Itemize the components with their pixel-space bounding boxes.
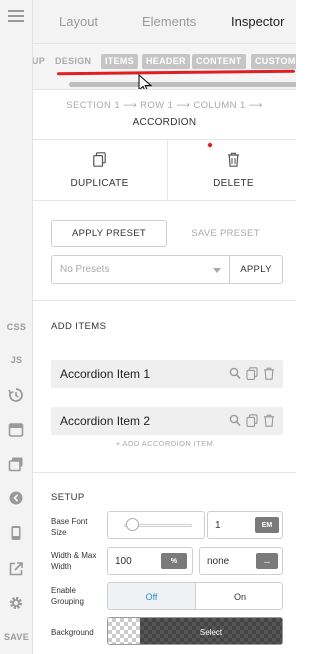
templates-icon[interactable] [8, 456, 24, 472]
duplicate-label: DUPLICATE [70, 178, 129, 189]
toggle-off-option[interactable]: Off [108, 583, 196, 609]
subtab-clipped[interactable]: UP [33, 54, 49, 69]
mouse-cursor-icon [138, 74, 152, 89]
trash-icon[interactable] [263, 414, 275, 427]
chevron-down-icon [213, 268, 221, 273]
base-font-size-label: Base Font Size [51, 517, 88, 537]
inspector-subtabs: UP DESIGN ITEMS HEADER CONTENT CUSTOM [33, 44, 296, 90]
font-size-input[interactable]: 1 EM [207, 511, 283, 539]
max-width-input[interactable]: none ... [199, 547, 283, 575]
width-input[interactable]: 100 % [107, 547, 193, 575]
search-icon[interactable] [229, 414, 241, 427]
max-width-unit[interactable]: ... [256, 553, 278, 569]
breadcrumb[interactable]: SECTION 1 ⟶ ROW 1 ⟶ COLUMN 1 ⟶ [33, 100, 296, 111]
trash-icon [228, 152, 239, 167]
back-icon[interactable] [8, 490, 24, 506]
add-accordion-item-link[interactable]: + ADD ACCORDION ITEM [33, 439, 296, 448]
css-button[interactable]: CSS [0, 322, 33, 332]
copy-icon[interactable] [246, 367, 258, 380]
breadcrumb-current: ACCORDION [132, 117, 197, 128]
save-button[interactable]: SAVE [0, 632, 33, 642]
font-size-slider-box [107, 511, 205, 539]
slider-handle[interactable] [126, 518, 139, 531]
preset-select[interactable]: No Presets [51, 255, 230, 284]
background-select-button[interactable]: Select [140, 618, 282, 644]
background-label: Background [51, 628, 94, 637]
red-annotation-underline [56, 69, 296, 76]
enable-grouping-label: Enable Grouping [51, 586, 84, 606]
layout-icon[interactable] [8, 422, 24, 438]
font-size-unit[interactable]: EM [255, 517, 279, 533]
mobile-preview-icon[interactable] [8, 525, 24, 541]
top-tabs: Layout Elements Inspector [33, 0, 296, 44]
horizontal-scrollbar[interactable] [69, 82, 296, 87]
accordion-item-label: Accordion Item 2 [60, 414, 151, 428]
divider [33, 139, 296, 140]
width-value: 100 [115, 556, 132, 567]
hamburger-menu-icon[interactable] [8, 10, 24, 22]
search-icon[interactable] [229, 367, 241, 380]
tab-elements[interactable]: Elements [142, 14, 196, 29]
trash-icon[interactable] [263, 367, 275, 380]
apply-preset-button[interactable]: APPLY PRESET [51, 220, 167, 247]
settings-gear-icon[interactable] [8, 595, 24, 611]
history-icon[interactable] [8, 387, 24, 403]
subtab-items[interactable]: ITEMS [101, 54, 139, 69]
font-size-value: 1 [215, 520, 221, 531]
width-unit[interactable]: % [161, 553, 187, 569]
external-link-icon[interactable] [8, 561, 24, 577]
copy-icon [93, 152, 106, 167]
tab-layout[interactable]: Layout [59, 14, 98, 29]
duplicate-button[interactable]: DUPLICATE [34, 152, 165, 189]
setup-title: SETUP [51, 492, 85, 503]
subtab-custom[interactable]: CUSTOM [251, 54, 296, 69]
list-item[interactable]: Accordion Item 1 [51, 360, 283, 388]
tab-inspector[interactable]: Inspector [231, 14, 284, 29]
save-preset-button[interactable]: SAVE PRESET [168, 220, 283, 247]
divider [33, 200, 296, 201]
delete-label: DELETE [213, 178, 254, 189]
js-button[interactable]: JS [0, 355, 33, 365]
subtab-content[interactable]: CONTENT [192, 54, 246, 69]
divider [33, 300, 296, 301]
divider [33, 472, 296, 473]
apply-button[interactable]: APPLY [229, 255, 283, 284]
subtab-design[interactable]: DESIGN [51, 54, 95, 69]
left-rail: CSS JS SAVE [0, 0, 33, 654]
list-item[interactable]: Accordion Item 2 [51, 407, 283, 435]
add-items-title: ADD ITEMS [51, 321, 107, 332]
max-width-value: none [207, 556, 230, 567]
accordion-item-label: Accordion Item 1 [60, 367, 151, 381]
subtab-header[interactable]: HEADER [142, 54, 190, 69]
grouping-toggle: Off On [107, 582, 283, 610]
transparent-swatch [108, 618, 140, 644]
width-max-width-label: Width & Max Width [51, 551, 97, 571]
delete-button[interactable]: DELETE [168, 152, 299, 189]
red-annotation-mark [207, 142, 213, 148]
copy-icon[interactable] [246, 414, 258, 427]
toggle-on-option[interactable]: On [196, 583, 282, 609]
preset-select-value: No Presets [60, 264, 110, 275]
background-color-picker[interactable]: Select [107, 617, 283, 645]
